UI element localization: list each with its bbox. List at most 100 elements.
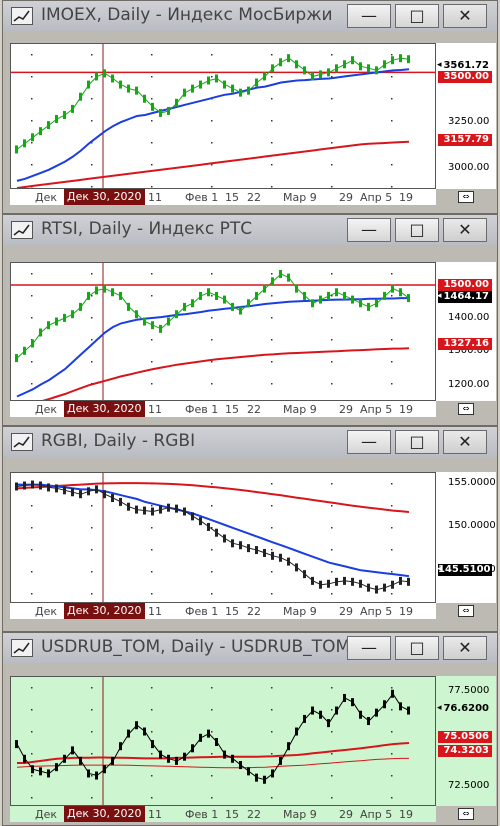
moving-average-line (16, 297, 409, 398)
x-tick-label: Мар 9 (283, 808, 317, 821)
title-bar[interactable]: USDRUB_TOM, Daily - USDRUB_TOM — □ ✕ (3, 633, 497, 663)
x-tick-label: 19 (399, 403, 413, 416)
price-candle (303, 570, 306, 579)
title-bar[interactable]: RTSI, Daily - Индекс РТС — □ ✕ (3, 215, 497, 245)
grid-dot (31, 54, 33, 56)
price-candle (119, 80, 122, 89)
price-candle (63, 754, 66, 763)
price-marker-icon: ◂ (437, 703, 442, 713)
price-candle (215, 528, 218, 537)
autoscale-button[interactable]: ⇔ (458, 403, 474, 415)
minimize-button[interactable]: — (347, 636, 391, 660)
chart-svg (15, 473, 410, 602)
price-candle (359, 62, 362, 71)
close-button[interactable]: ✕ (443, 4, 487, 28)
price-candle (159, 324, 162, 333)
price-candle (295, 284, 298, 293)
grid-dot (391, 383, 393, 385)
grid-dot (211, 731, 213, 733)
grid-dot (271, 142, 273, 144)
x-tick-label: 15 (225, 403, 239, 416)
price-candle (199, 80, 202, 89)
x-tick-label: Мар 9 (283, 403, 317, 416)
price-series-line (16, 273, 410, 359)
price-candle (63, 486, 66, 495)
grid-dot (271, 571, 273, 573)
title-bar[interactable]: RGBI, Daily - RGBI — □ ✕ (3, 427, 497, 457)
price-candle (351, 577, 354, 586)
price-candle (183, 507, 186, 516)
grid-dot (91, 549, 93, 551)
price-candle (87, 80, 90, 89)
grid-dot (331, 383, 333, 385)
grid-dot (91, 164, 93, 166)
grid-dot (331, 709, 333, 711)
price-candle (55, 115, 58, 124)
maximize-button[interactable]: □ (395, 430, 439, 454)
x-tick-label: Мар 9 (283, 605, 317, 618)
maximize-button[interactable]: □ (395, 636, 439, 660)
x-tick-label: Фев 1 (185, 403, 219, 416)
grid-dot (151, 593, 153, 595)
close-button[interactable]: ✕ (443, 430, 487, 454)
price-level-label: 76.6200 (443, 703, 489, 714)
grid-dot (31, 775, 33, 777)
grid-dot (271, 505, 273, 507)
grid-dot (211, 142, 213, 144)
grid-dot (31, 76, 33, 78)
price-candle (183, 752, 186, 761)
price-candle (119, 497, 122, 506)
maximize-button[interactable]: □ (395, 218, 439, 242)
price-candle (183, 302, 186, 311)
title-bar[interactable]: IMOEX, Daily - Индекс МосБиржи — □ ✕ (3, 1, 497, 31)
autoscale-button[interactable]: ⇔ (458, 808, 474, 820)
maximize-button[interactable]: □ (395, 4, 439, 28)
minimize-button[interactable]: — (347, 218, 391, 242)
price-candle (111, 288, 114, 297)
grid-dot (151, 797, 153, 799)
time-axis: Дек Дек 30, 2020 11 Фев 1 15 22 Мар 9 29 Апр 5 19 (10, 806, 436, 822)
grid-dot (91, 571, 93, 573)
grid-dot (31, 709, 33, 711)
grid-dot (271, 383, 273, 385)
grid-dot (211, 709, 213, 711)
price-candle (215, 738, 218, 746)
price-level-label: 74.3203 (438, 745, 492, 757)
price-candle (247, 299, 250, 308)
price-candle (167, 754, 170, 763)
x-tick-label: Дек (35, 605, 58, 618)
price-candle (15, 482, 18, 491)
price-candle (375, 585, 378, 594)
chart-plot-area[interactable] (10, 262, 436, 401)
close-button[interactable]: ✕ (443, 636, 487, 660)
price-candle (215, 74, 218, 83)
x-tick-label: Дек (35, 191, 58, 204)
grid-dot (271, 549, 273, 551)
autoscale-button[interactable]: ⇔ (458, 191, 474, 203)
price-level-label: 75.0506 (438, 731, 492, 743)
grid-dot (31, 98, 33, 100)
minimize-button[interactable]: — (347, 4, 391, 28)
chart-plot-area[interactable] (10, 472, 436, 603)
grid-dot (391, 317, 393, 319)
minimize-button[interactable]: — (347, 430, 391, 454)
x-tick-label: 15 (225, 191, 239, 204)
price-candle (399, 576, 402, 585)
grid-dot (31, 273, 33, 275)
price-candle (191, 299, 194, 308)
y-tick-label: 3250.00 (448, 116, 490, 127)
moving-average-line (41, 347, 410, 400)
chart-plot-area[interactable] (10, 676, 436, 806)
grid-dot (331, 731, 333, 733)
price-candle (367, 64, 370, 73)
price-candle (271, 277, 274, 286)
x-tick-label: Дек (35, 808, 58, 821)
grid-dot (211, 571, 213, 573)
close-button[interactable]: ✕ (443, 218, 487, 242)
chart-plot-area[interactable] (10, 43, 436, 189)
price-candle (375, 66, 378, 75)
autoscale-button[interactable]: ⇔ (458, 605, 474, 617)
grid-dot (151, 186, 153, 188)
grid-dot (271, 339, 273, 341)
price-candle (47, 769, 50, 778)
